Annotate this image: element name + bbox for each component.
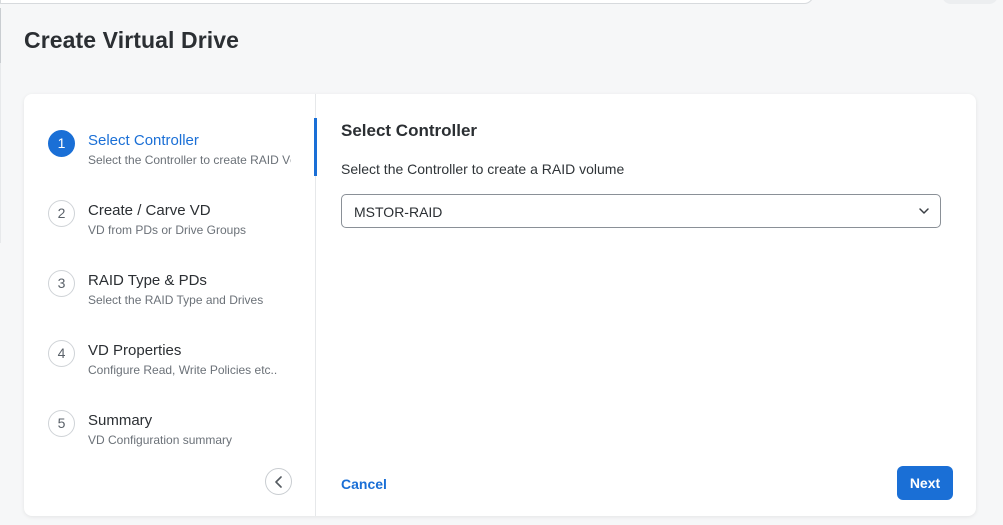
divider: [0, 63, 1, 243]
controller-select[interactable]: MSTOR-RAID: [341, 194, 941, 228]
step-number: 2: [48, 200, 75, 227]
step-summary[interactable]: 5 Summary VD Configuration summary: [48, 410, 316, 460]
step-number: 4: [48, 340, 75, 367]
divider: [0, 8, 1, 63]
step-number: 1: [48, 130, 75, 157]
chevron-left-icon: [274, 475, 282, 488]
step-subtitle: VD Configuration summary: [88, 433, 233, 447]
wizard-steps: 1 Select Controller Select the Controlle…: [24, 94, 316, 516]
next-button[interactable]: Next: [897, 466, 953, 500]
step-create-carve-vd[interactable]: 2 Create / Carve VD VD from PDs or Drive…: [48, 200, 316, 250]
collapse-steps-button[interactable]: [265, 468, 292, 495]
chevron-down-icon: [919, 208, 929, 214]
step-content: Select Controller Select the Controller …: [317, 94, 976, 516]
step-title: Summary: [88, 412, 153, 429]
step-subtitle: Select the Controller to create RAID Vc: [88, 153, 291, 167]
step-number: 5: [48, 410, 75, 437]
step-subtitle: Select the RAID Type and Drives: [88, 293, 264, 307]
toolbar-button-remnant: [942, 0, 998, 4]
step-number: 3: [48, 270, 75, 297]
step-raid-type-pds[interactable]: 3 RAID Type & PDs Select the RAID Type a…: [48, 270, 316, 320]
step-title: RAID Type & PDs: [88, 272, 207, 289]
step-title: Create / Carve VD: [88, 202, 211, 219]
wizard-card: 1 Select Controller Select the Controlle…: [24, 94, 976, 516]
step-subtitle: Configure Read, Write Policies etc..: [88, 363, 278, 377]
step-title: VD Properties: [88, 342, 182, 359]
step-subtitle: VD from PDs or Drive Groups: [88, 223, 247, 237]
address-bar-remnant: [0, 0, 814, 4]
step-title: Select Controller: [88, 132, 199, 149]
browser-chrome-remnant: [0, 0, 1003, 8]
step-select-controller[interactable]: 1 Select Controller Select the Controlle…: [48, 130, 316, 180]
page-title: Create Virtual Drive: [24, 27, 240, 53]
controller-select-value: MSTOR-RAID: [354, 204, 443, 220]
section-description: Select the Controller to create a RAID v…: [341, 161, 625, 177]
cancel-button[interactable]: Cancel: [341, 476, 387, 492]
page: Create Virtual Drive 1 Select Controller…: [0, 0, 1003, 525]
section-title: Select Controller: [341, 121, 478, 140]
step-vd-properties[interactable]: 4 VD Properties Configure Read, Write Po…: [48, 340, 316, 390]
